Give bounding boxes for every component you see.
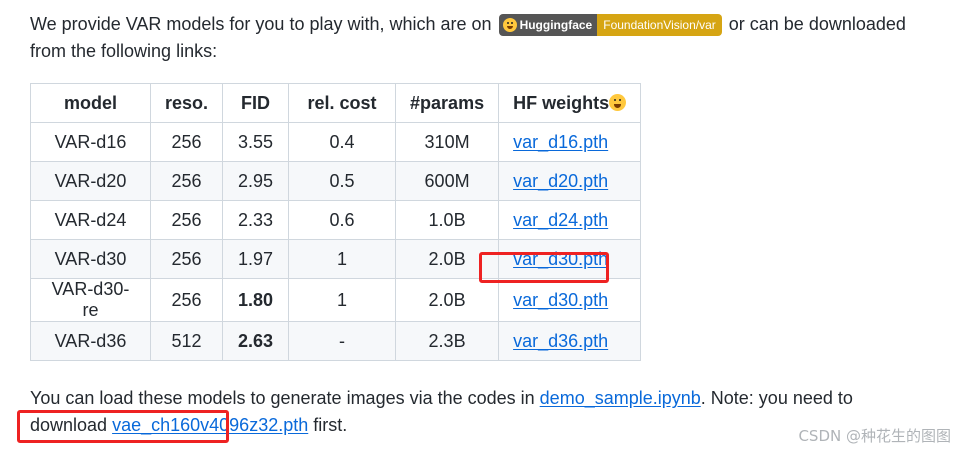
cell-fid: 2.63: [222, 321, 290, 361]
table-row: VAR-d30-re 256 1.80 1 2.0B var_d30.pth: [30, 278, 642, 322]
cell-model: VAR-d20: [30, 161, 151, 201]
header-model: model: [30, 83, 151, 123]
badge-left-label: Huggingface: [519, 17, 593, 32]
cell-fid: 1.80: [222, 278, 290, 322]
cell-reso: 256: [149, 200, 224, 240]
cell-fid: 2.95: [222, 161, 290, 201]
cell-params: 1.0B: [395, 200, 500, 240]
weights-link[interactable]: var_d24.pth: [513, 210, 608, 230]
cell-cost: 1: [288, 278, 397, 322]
cell-fid: 3.55: [222, 122, 290, 162]
cell-params: 310M: [395, 122, 500, 162]
highlight-box-var-d30: [479, 252, 609, 283]
cell-model: VAR-d36: [30, 321, 151, 361]
hugging-face-icon: [609, 93, 627, 111]
cell-params: 2.3B: [395, 321, 500, 361]
cell-cost: 0.4: [288, 122, 397, 162]
cell-params: 600M: [395, 161, 500, 201]
cell-model: VAR-d24: [30, 200, 151, 240]
hugging-face-icon: [502, 18, 517, 32]
cell-model: VAR-d30: [30, 239, 151, 279]
cell-model: VAR-d16: [30, 122, 151, 162]
huggingface-badge[interactable]: Huggingface FoundationVision/var: [498, 14, 722, 36]
cell-reso: 256: [149, 161, 224, 201]
models-table: model reso. FID rel. cost #params HF wei…: [30, 83, 642, 361]
header-fid: FID: [222, 83, 290, 123]
watermark: CSDN @种花生的图图: [798, 427, 951, 445]
header-hf-weights-label: HF weights: [513, 92, 610, 113]
badge-right-label: FoundationVision/var: [597, 14, 722, 36]
footer-text-1: You can load these models to generate im…: [30, 388, 540, 408]
cell-weights: var_d24.pth: [498, 200, 642, 240]
highlight-box-vae-link: [17, 410, 229, 443]
footer-text-3: first.: [308, 415, 348, 435]
cell-cost: 1: [288, 239, 397, 279]
cell-reso: 256: [149, 239, 224, 279]
header-hf-weights: HF weights: [498, 83, 642, 123]
cell-weights: var_d16.pth: [498, 122, 642, 162]
demo-sample-link[interactable]: demo_sample.ipynb: [540, 388, 701, 408]
cell-cost: 0.5: [288, 161, 397, 201]
intro-text-start: We provide VAR models for you to play wi…: [30, 14, 497, 34]
cell-reso: 512: [149, 321, 224, 361]
cell-model: VAR-d30-re: [30, 278, 151, 322]
cell-cost: 0.6: [288, 200, 397, 240]
header-params: #params: [395, 83, 500, 123]
cell-fid: 2.33: [222, 200, 290, 240]
weights-link[interactable]: var_d20.pth: [513, 171, 608, 191]
table-row: VAR-d24 256 2.33 0.6 1.0B var_d24.pth: [30, 200, 642, 240]
weights-link[interactable]: var_d30.pth: [513, 290, 608, 310]
cell-weights: var_d20.pth: [498, 161, 642, 201]
cell-reso: 256: [149, 278, 224, 322]
cell-weights: var_d36.pth: [498, 321, 642, 361]
cell-weights: var_d30.pth: [498, 278, 642, 322]
header-reso: reso.: [149, 83, 224, 123]
table-row: VAR-d16 256 3.55 0.4 310M var_d16.pth: [30, 122, 642, 162]
cell-cost: -: [288, 321, 397, 361]
weights-link[interactable]: var_d16.pth: [513, 132, 608, 152]
table-row: VAR-d20 256 2.95 0.5 600M var_d20.pth: [30, 161, 642, 201]
cell-fid: 1.97: [222, 239, 290, 279]
header-rel-cost: rel. cost: [288, 83, 397, 123]
intro-paragraph: We provide VAR models for you to play wi…: [30, 11, 930, 65]
weights-link[interactable]: var_d36.pth: [513, 331, 608, 351]
cell-params: 2.0B: [395, 278, 500, 322]
table-row: VAR-d36 512 2.63 - 2.3B var_d36.pth: [30, 321, 642, 361]
table-header-row: model reso. FID rel. cost #params HF wei…: [30, 83, 642, 123]
cell-reso: 256: [149, 122, 224, 162]
